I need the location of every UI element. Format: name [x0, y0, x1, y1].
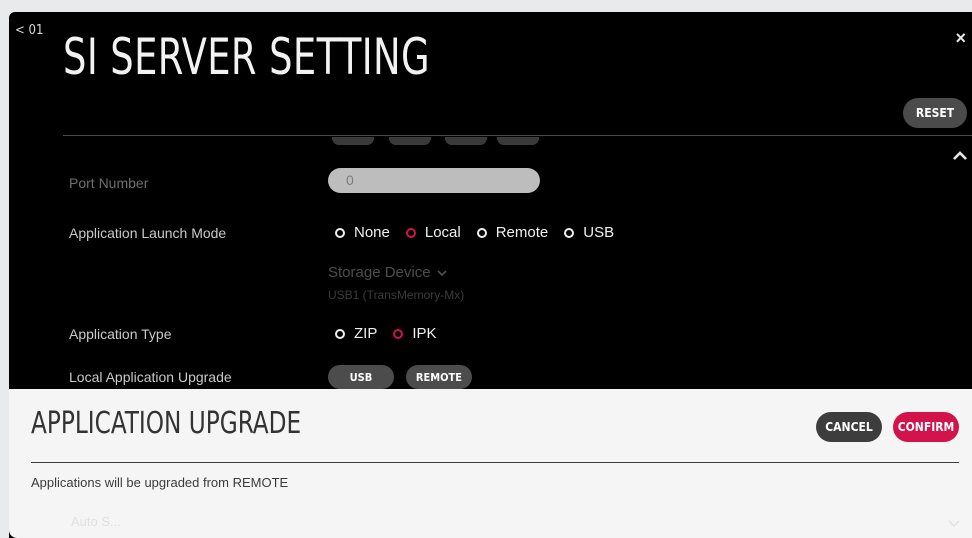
- radio-dot: [564, 227, 575, 238]
- storage-device-label: Storage Device: [328, 264, 431, 281]
- radio-label: Local: [424, 224, 461, 241]
- radio-local[interactable]: Local: [405, 224, 461, 241]
- radio-label: Remote: [495, 224, 549, 241]
- dialog-divider: [31, 462, 959, 463]
- remote-upgrade-button[interactable]: REMOTE: [406, 365, 472, 389]
- page-title: SI SERVER SETTING: [63, 28, 431, 86]
- radio-dot-selected: [405, 227, 416, 238]
- header-divider: [63, 135, 972, 136]
- storage-device-dropdown[interactable]: Storage Device: [328, 264, 447, 281]
- radio-label: ZIP: [354, 325, 378, 342]
- app-type-label: Application Type: [69, 326, 172, 342]
- ip-field-stub[interactable]: [389, 137, 431, 145]
- reset-button[interactable]: RESET: [903, 98, 967, 128]
- chevron-down-icon: [948, 515, 960, 533]
- radio-remote[interactable]: Remote: [476, 224, 549, 241]
- radio-dot: [335, 227, 345, 238]
- cancel-button[interactable]: CANCEL: [816, 412, 882, 442]
- confirm-button[interactable]: CONFIRM: [893, 412, 959, 442]
- chevron-up-icon[interactable]: [953, 148, 967, 160]
- radio-usb[interactable]: USB: [564, 224, 614, 241]
- usb-upgrade-button[interactable]: USB: [328, 365, 394, 389]
- app-type-radio-group: ZIP IPK: [335, 325, 453, 342]
- close-icon[interactable]: ×: [955, 28, 966, 49]
- ip-field-stub[interactable]: [497, 137, 539, 145]
- local-upgrade-label: Local Application Upgrade: [69, 369, 232, 385]
- ip-field-stub[interactable]: [332, 137, 374, 145]
- radio-none[interactable]: None: [335, 224, 390, 241]
- radio-label: None: [354, 224, 390, 241]
- radio-zip[interactable]: ZIP: [335, 325, 377, 342]
- launch-mode-label: Application Launch Mode: [69, 225, 227, 241]
- radio-label: USB: [583, 224, 615, 241]
- radio-dot-selected: [393, 328, 404, 339]
- chevron-down-icon: [437, 270, 447, 277]
- dialog-message: Applications will be upgraded from REMOT…: [31, 475, 289, 490]
- ip-field-stub[interactable]: [445, 137, 487, 145]
- port-number-label: Port Number: [69, 175, 149, 191]
- dialog-title: APPLICATION UPGRADE: [31, 406, 302, 441]
- radio-dot: [335, 328, 345, 339]
- radio-ipk[interactable]: IPK: [393, 325, 437, 342]
- back-button[interactable]: < 01: [15, 23, 43, 38]
- port-number-input[interactable]: 0: [328, 168, 540, 193]
- storage-device-value: USB1 (TransMemory-Mx): [328, 288, 465, 302]
- radio-label: IPK: [412, 325, 437, 342]
- upgrade-dialog: APPLICATION UPGRADE CANCEL CONFIRM Appli…: [9, 389, 972, 538]
- launch-mode-radio-group: None Local Remote USB: [335, 224, 630, 241]
- radio-dot: [476, 227, 487, 238]
- ghost-row-label: Auto S...: [71, 514, 121, 529]
